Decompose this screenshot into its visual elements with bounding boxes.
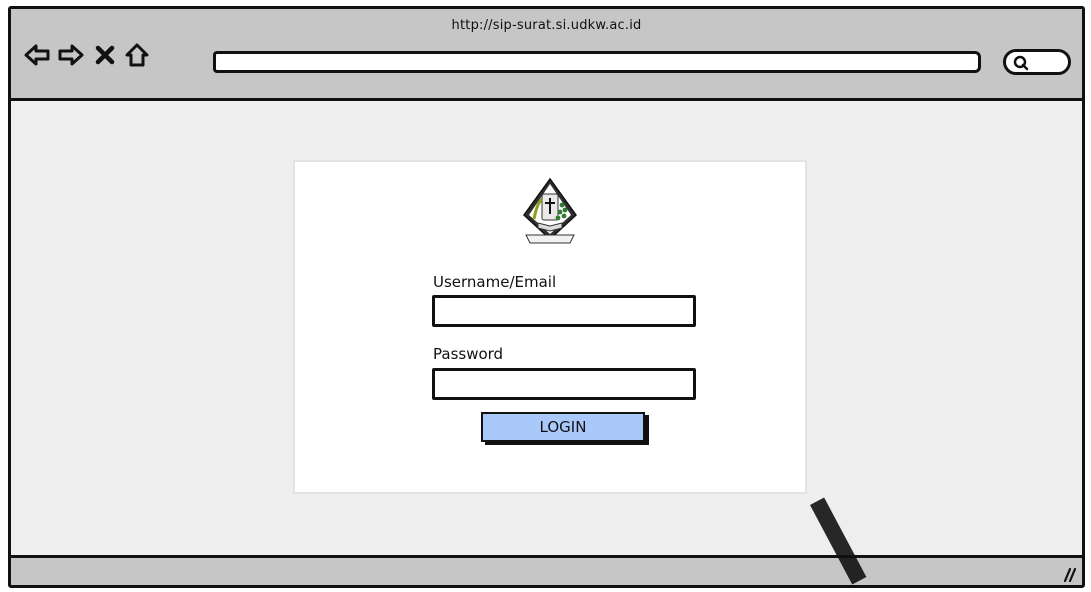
resize-grip-icon[interactable] xyxy=(1060,566,1076,582)
password-label: Password xyxy=(433,345,504,363)
search-button[interactable] xyxy=(1003,49,1071,75)
search-icon xyxy=(1013,55,1029,71)
home-icon[interactable] xyxy=(123,41,151,69)
login-card: Username/Email Password LOGIN xyxy=(295,162,805,492)
url-label: http://sip-surat.si.udkw.ac.id xyxy=(451,18,642,33)
browser-toolbar: http://sip-surat.si.udkw.ac.id xyxy=(11,9,1082,101)
back-arrow-icon[interactable] xyxy=(23,41,51,69)
username-field[interactable] xyxy=(432,295,696,327)
page-content: Username/Email Password LOGIN xyxy=(11,101,1082,558)
address-bar[interactable] xyxy=(213,51,981,73)
password-field[interactable] xyxy=(432,368,696,400)
status-bar xyxy=(11,558,1082,585)
close-icon[interactable] xyxy=(91,41,119,69)
username-label: Username/Email xyxy=(433,273,557,291)
login-button[interactable]: LOGIN xyxy=(481,412,645,442)
forward-arrow-icon[interactable] xyxy=(57,41,85,69)
university-logo xyxy=(523,177,577,244)
browser-window: http://sip-surat.si.udkw.ac.id Username/… xyxy=(8,6,1085,588)
